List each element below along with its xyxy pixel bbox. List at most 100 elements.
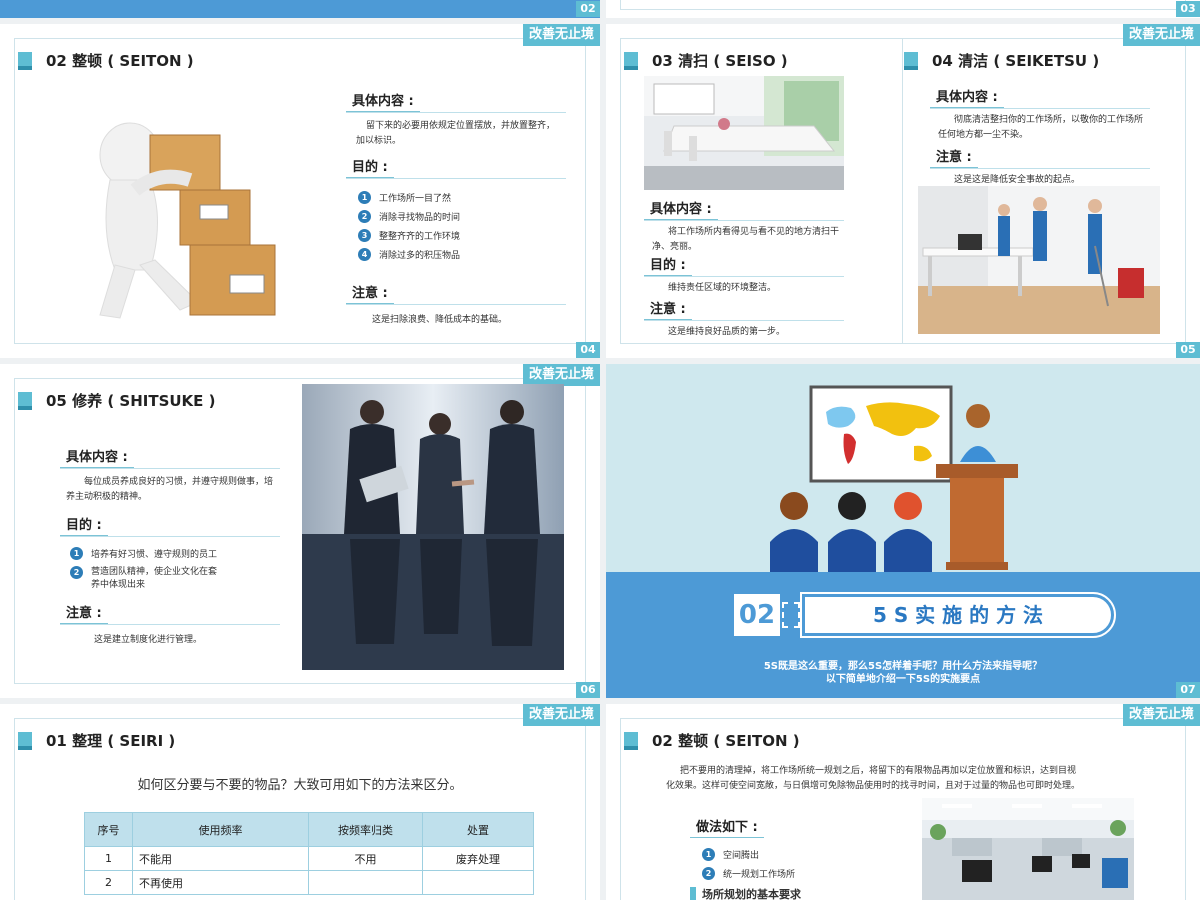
slide-02-partial[interactable]: 02 bbox=[0, 0, 600, 18]
slide-06-shitsuke[interactable]: 改善无止境 05 修养 ( SHITSUKE ) 具体内容 : 每位成员养成良好… bbox=[0, 364, 600, 698]
note-text: 这是扫除浪费、降低成本的基础。 bbox=[372, 315, 508, 325]
method-header: 做法如下 : bbox=[690, 814, 764, 838]
presentation-illustration bbox=[770, 385, 1018, 578]
meeting-room-photo bbox=[644, 76, 844, 190]
list-item: 2 统一规划工作场所 bbox=[702, 867, 870, 880]
number-badge: 3 bbox=[358, 229, 371, 242]
slide-title: 05 修养 ( SHITSUKE ) bbox=[18, 390, 216, 411]
slide-title-right: 04 清洁 ( SEIKETSU ) bbox=[904, 50, 1099, 71]
list-item: 1 培养有好习惯、遵守规则的员工 bbox=[70, 547, 280, 560]
section-title: 5 S 实 施 的 方 法 bbox=[800, 592, 1116, 638]
note-header: 注意 : bbox=[346, 280, 394, 304]
purpose-header: 目的 : bbox=[346, 154, 394, 178]
purpose-header: 目的 : bbox=[644, 252, 692, 276]
slide-title: 02 整顿 ( SEITON ) bbox=[18, 50, 194, 71]
note-block-left: 注意 : 这是维持良好品质的第一步。 bbox=[644, 296, 844, 340]
cleaning-office-photo bbox=[918, 186, 1160, 334]
slide-tag: 改善无止境 bbox=[522, 364, 600, 386]
column-divider bbox=[902, 38, 903, 344]
note-block: 注意 : 这是建立制度化进行管理。 bbox=[60, 600, 280, 648]
slide-04-seiton[interactable]: 改善无止境 02 整顿 ( SEITON ) 具体内容 : 留下来的必要用依规定… bbox=[0, 24, 600, 358]
page-number: 04 bbox=[576, 342, 600, 358]
page-number: 03 bbox=[1176, 1, 1200, 17]
slide-tag: 改善无止境 bbox=[522, 704, 600, 726]
title-marker bbox=[624, 731, 638, 750]
business-handshake-photo bbox=[302, 384, 564, 670]
section-number: 02 bbox=[734, 594, 780, 636]
number-badge: 2 bbox=[70, 566, 83, 579]
table-row: 1 不能用 不用 废弃处理 bbox=[84, 846, 534, 871]
number-badge: 1 bbox=[70, 547, 83, 560]
purpose-block-left: 目的 : 维持责任区域的环境整洁。 bbox=[644, 252, 844, 296]
title-marker bbox=[18, 731, 32, 750]
purpose-header: 目的 : bbox=[60, 512, 108, 536]
note-header: 注意 : bbox=[644, 296, 692, 320]
title-marker bbox=[904, 51, 918, 70]
content-block: 具体内容 : 每位成员养成良好的习惯，并遵守规则做事，培养主动积极的精神。 bbox=[60, 444, 280, 505]
purpose-block: 目的 : 1 培养有好习惯、遵守规则的员工 2 营造团队精神，使企业文化在套养中体现… bbox=[60, 512, 280, 598]
connector-decoration bbox=[782, 602, 800, 628]
slide-07-section-divider[interactable]: 02 5 S 实 施 的 方 法 5S既是这么重要，那么5S怎样着手呢？用什么方… bbox=[606, 364, 1200, 698]
slide-08-seiri[interactable]: 改善无止境 01 整理 ( SEIRI ) 如何区分要与不要的物品？大致可用如下… bbox=[0, 704, 600, 900]
note-block: 注意 : 这是扫除浪费、降低成本的基础。 bbox=[346, 280, 566, 328]
table-header: 序号 bbox=[84, 812, 133, 847]
slide-title: 02 整顿 ( SEITON ) bbox=[624, 730, 800, 751]
note-text: 这是建立制度化进行管理。 bbox=[94, 635, 203, 645]
content-block-left: 具体内容 : 将工作场所内看得见与看不见的地方清扫干净、亮丽。 bbox=[644, 196, 844, 255]
purpose-block: 目的 : 1 工作场所一目了然 2 消除寻找物品的时间 3 整整齐齐的工作环境 4 消除… bbox=[346, 154, 566, 267]
content-header: 具体内容 : bbox=[930, 84, 1004, 108]
figure-carrying-boxes-illustration bbox=[99, 122, 276, 319]
purpose-text: 维持责任区域的环境整洁。 bbox=[668, 283, 777, 293]
title-marker bbox=[18, 391, 32, 410]
table-header: 按频率归类 bbox=[308, 812, 423, 847]
slide-title: 01 整理 ( SEIRI ) bbox=[18, 730, 175, 751]
page-number: 02 bbox=[576, 1, 600, 17]
sub-header: 场所规划的基本要求 bbox=[690, 886, 870, 900]
number-badge: 4 bbox=[358, 248, 371, 261]
classification-table: 序号 使用频率 按频率归类 处置 1 不能用 不用 废弃处理 2 不再使用 bbox=[84, 812, 534, 895]
content-text: 每位成员养成良好的习惯，并遵守规则做事，培养主动积极的精神。 bbox=[66, 477, 274, 502]
table-header: 使用频率 bbox=[132, 812, 309, 847]
list-item: 1 工作场所一目了然 bbox=[358, 191, 566, 204]
table-row: 2 不再使用 bbox=[84, 870, 534, 895]
list-item: 1 空间腾出 bbox=[702, 848, 870, 861]
content-header: 具体内容 : bbox=[346, 88, 420, 112]
list-item: 3 整整齐齐的工作环境 bbox=[358, 229, 566, 242]
note-header: 注意 : bbox=[60, 600, 108, 624]
page-number: 07 bbox=[1176, 682, 1200, 698]
note-header: 注意 : bbox=[930, 144, 978, 168]
content-block: 具体内容 : 留下来的必要用依规定位置摆放，并放置整齐，加以标识。 bbox=[346, 88, 566, 149]
note-block-right: 注意 : 这是这是降低安全事故的起点。 bbox=[930, 144, 1150, 188]
page-number: 06 bbox=[576, 682, 600, 698]
title-marker bbox=[624, 51, 638, 70]
intro-text: 如何区分要与不要的物品？大致可用如下的方法来区分。 bbox=[137, 778, 463, 793]
list-item: 4 消除过多的积压物品 bbox=[358, 248, 566, 261]
method-block: 做法如下 : 1 空间腾出 2 统一规划工作场所 场所规划的基本要求 bbox=[690, 814, 870, 900]
section-description: 5S既是这么重要，那么5S怎样着手呢？用什么方法来指导呢？ 以下简单地介绍一下5… bbox=[763, 661, 1043, 685]
slide-09-seiton[interactable]: 改善无止境 02 整顿 ( SEITON ) 把不要用的清理掉，将工作场所统一规… bbox=[606, 704, 1200, 900]
title-marker bbox=[18, 51, 32, 70]
page-number: 05 bbox=[1176, 342, 1200, 358]
content-header: 具体内容 : bbox=[644, 196, 718, 220]
content-text: 将工作场所内看得见与看不见的地方清扫干净、亮丽。 bbox=[652, 227, 840, 252]
note-text: 这是维持良好品质的第一步。 bbox=[668, 327, 786, 337]
list-item: 2 营造团队精神，使企业文化在套养中体现出来 bbox=[70, 566, 280, 592]
slide-03-partial[interactable]: 03 bbox=[606, 0, 1200, 18]
list-item: 2 消除寻找物品的时间 bbox=[358, 210, 566, 223]
slide-thumbnail-grid: 02 03 改善无止境 02 整顿 ( SEITON ) 具体内容 : 留下来的 bbox=[0, 0, 1200, 900]
slide-tag: 改善无止境 bbox=[522, 24, 600, 46]
slide-05-seiso-seiketsu[interactable]: 改善无止境 03 清扫 ( SEISO ) 具体内容 : 将工作场所内看得见与看… bbox=[606, 24, 1200, 358]
slide-tag: 改善无止境 bbox=[1122, 24, 1200, 46]
sub-header-marker bbox=[690, 887, 696, 900]
number-badge: 2 bbox=[702, 867, 715, 880]
content-text: 留下来的必要用依规定位置摆放，并放置整齐，加以标识。 bbox=[356, 121, 556, 146]
table-header: 处置 bbox=[422, 812, 534, 847]
content-block-right: 具体内容 : 彻底清洁整扫你的工作场所，以敬你的工作场所任何地方都一尘不染。 bbox=[930, 84, 1150, 143]
slide-title-left: 03 清扫 ( SEISO ) bbox=[624, 50, 788, 71]
intro-paragraph: 把不要用的清理掉，将工作场所统一规划之后，将留下的有限物品再加以定位放置和标识，… bbox=[666, 766, 1081, 791]
number-badge: 2 bbox=[358, 210, 371, 223]
number-badge: 1 bbox=[358, 191, 371, 204]
number-badge: 1 bbox=[702, 848, 715, 861]
content-text: 彻底清洁整扫你的工作场所，以敬你的工作场所任何地方都一尘不染。 bbox=[938, 115, 1144, 140]
open-office-photo bbox=[922, 798, 1134, 900]
